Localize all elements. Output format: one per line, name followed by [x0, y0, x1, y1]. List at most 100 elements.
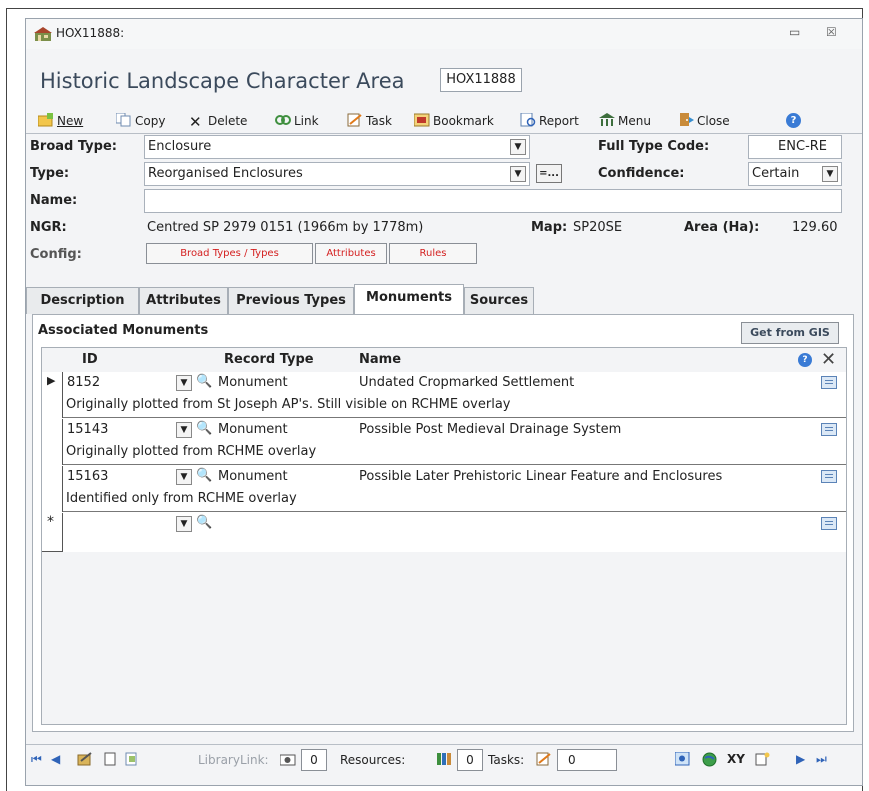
globe-icon[interactable]: [702, 752, 717, 770]
config-rules-button[interactable]: Rules: [389, 243, 477, 264]
delete-button[interactable]: ✕ Delete: [189, 111, 247, 131]
new-record-wizard-icon[interactable]: [755, 752, 771, 769]
name-input[interactable]: [144, 189, 842, 213]
details-icon[interactable]: [821, 423, 837, 436]
resources-books-icon[interactable]: [436, 752, 452, 769]
next-record-icon[interactable]: ▶: [796, 752, 805, 766]
close-window-button[interactable]: ☒: [826, 25, 837, 39]
binoculars-icon[interactable]: 🔍: [196, 421, 212, 436]
task-button[interactable]: Task: [347, 111, 392, 131]
tab-attributes[interactable]: Attributes: [139, 287, 228, 314]
report-label: Report: [539, 114, 579, 128]
library-link-label: LibraryLink:: [198, 753, 269, 767]
col-header-id: ID: [82, 352, 98, 367]
details-icon[interactable]: [821, 517, 837, 530]
subform-delete-icon[interactable]: ✕: [821, 349, 836, 370]
subform-help-icon[interactable]: ?: [798, 353, 812, 367]
record-id-box: HOX11888: [440, 68, 522, 92]
area-label: Area (Ha):: [684, 220, 760, 235]
id-combo[interactable]: 15143 ▼: [64, 419, 194, 441]
tab-sources[interactable]: Sources: [464, 287, 534, 314]
bookmark-button[interactable]: Bookmark: [413, 111, 494, 131]
tasks-icon[interactable]: [536, 752, 552, 769]
record-type: Monument: [218, 469, 288, 484]
link-button[interactable]: Link: [275, 111, 319, 131]
tab-previous-types[interactable]: Previous Types: [228, 287, 354, 314]
properties-icon[interactable]: [77, 752, 93, 769]
id-combo[interactable]: 15163 ▼: [64, 466, 194, 488]
map-view-icon[interactable]: [674, 751, 690, 769]
id-combo[interactable]: 8152 ▼: [64, 372, 194, 394]
binoculars-icon[interactable]: 🔍: [196, 374, 212, 389]
copy-button[interactable]: Copy: [115, 111, 165, 131]
xy-label[interactable]: XY: [727, 752, 745, 766]
record-selector[interactable]: [42, 466, 63, 512]
confidence-value: Certain: [752, 166, 800, 181]
broad-type-combo[interactable]: Enclosure ▼: [144, 135, 530, 159]
current-record-marker: ▶: [47, 374, 56, 387]
details-icon[interactable]: [821, 376, 837, 389]
get-from-gis-button[interactable]: Get from GIS: [741, 322, 839, 344]
monument-id: 15143: [67, 422, 109, 437]
camera-icon[interactable]: [279, 752, 296, 769]
records-area: ▶ 8152 ▼ 🔍 Monument Undated Cropmarked S…: [42, 372, 846, 552]
tab-strip: Description Attributes Previous Types Mo…: [26, 284, 862, 314]
chevron-down-icon[interactable]: ▼: [176, 375, 192, 391]
tab-description[interactable]: Description: [26, 287, 139, 314]
previous-record-icon[interactable]: ◀: [51, 752, 60, 766]
ngr-label: NGR:: [30, 220, 67, 235]
help-icon[interactable]: ?: [786, 113, 801, 128]
details-icon[interactable]: [821, 470, 837, 483]
task-icon: [347, 113, 363, 127]
task-label: Task: [366, 114, 392, 128]
binoculars-icon[interactable]: 🔍: [196, 468, 212, 483]
blank-page-icon[interactable]: [104, 752, 116, 769]
map-label: Map:: [531, 220, 568, 235]
close-button[interactable]: Close: [678, 111, 730, 131]
report-button[interactable]: Report: [520, 111, 579, 131]
tab-monuments[interactable]: Monuments: [354, 284, 464, 314]
full-type-code-field: ENC-RE: [748, 135, 842, 159]
broad-type-value: Enclosure: [148, 139, 212, 154]
config-broad-types-button[interactable]: Broad Types / Types: [146, 243, 313, 264]
record-selector[interactable]: *: [42, 513, 63, 552]
type-combo[interactable]: Reorganised Enclosures ▼: [144, 162, 530, 186]
monument-id: 8152: [67, 375, 101, 390]
record-row: 15163 ▼ 🔍 Monument Possible Later Prehis…: [42, 466, 846, 512]
chevron-down-icon[interactable]: ▼: [510, 139, 526, 155]
monument-name: Possible Later Prehistoric Linear Featur…: [359, 469, 723, 484]
chevron-down-icon[interactable]: ▼: [822, 166, 838, 182]
menu-button[interactable]: Menu: [599, 111, 651, 131]
navigation-bar: ⏮ ◀ LibraryLink: 0 Resources: 0 Tasks: 0…: [26, 744, 862, 774]
new-button[interactable]: New: [37, 111, 84, 131]
report-icon: [520, 112, 536, 127]
copy-record-icon[interactable]: [125, 752, 141, 769]
header-divider: [26, 133, 862, 134]
link-icon: [275, 113, 291, 127]
chevron-down-icon[interactable]: ▼: [176, 516, 192, 532]
id-combo[interactable]: ▼: [64, 513, 194, 535]
record-row: ▶ 8152 ▼ 🔍 Monument Undated Cropmarked S…: [42, 372, 846, 418]
chevron-down-icon[interactable]: ▼: [176, 422, 192, 438]
monument-id: 15163: [67, 469, 109, 484]
record-selector[interactable]: ▶: [42, 372, 63, 418]
config-attributes-button[interactable]: Attributes: [315, 243, 387, 264]
binoculars-icon[interactable]: 🔍: [196, 515, 212, 530]
confidence-combo[interactable]: Certain ▼: [748, 162, 842, 186]
chevron-down-icon[interactable]: ▼: [510, 166, 526, 182]
type-lookup-button[interactable]: =...: [536, 164, 562, 183]
resources-count: 0: [457, 749, 483, 771]
minimize-button[interactable]: ▭: [789, 25, 800, 39]
chevron-down-icon[interactable]: ▼: [176, 469, 192, 485]
copy-icon: [115, 112, 132, 127]
resources-label: Resources:: [340, 753, 406, 767]
last-record-icon[interactable]: ⏭: [816, 752, 827, 767]
library-link-count: 0: [301, 749, 327, 771]
col-header-name: Name: [359, 352, 402, 367]
monument-note: Originally plotted from St Joseph AP's. …: [66, 397, 511, 412]
record-selector[interactable]: [42, 419, 63, 465]
record-row: 15143 ▼ 🔍 Monument Possible Post Medieva…: [42, 419, 846, 465]
ngr-value: Centred SP 2979 0151 (1966m by 1778m): [147, 220, 424, 235]
first-record-icon[interactable]: ⏮: [31, 752, 42, 767]
new-label: New: [57, 114, 84, 128]
